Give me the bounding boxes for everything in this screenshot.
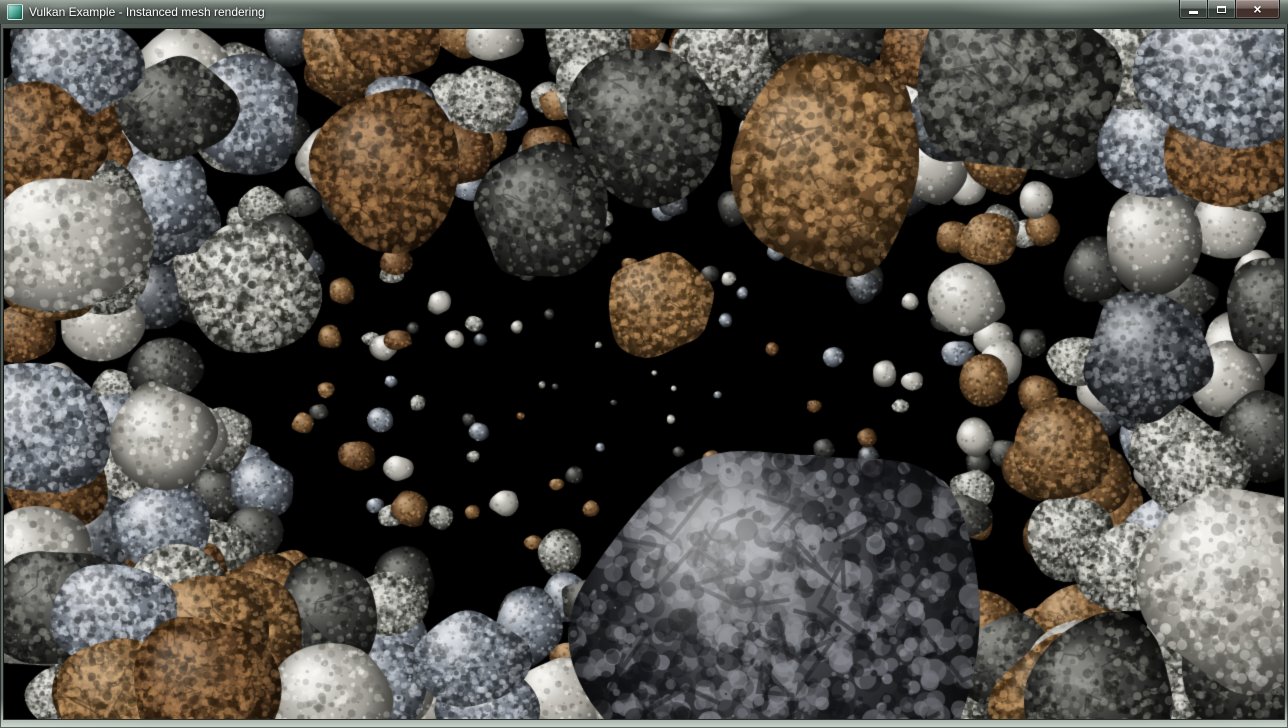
viewport-canvas[interactable] xyxy=(4,29,1284,719)
window-title: Vulkan Example - Instanced mesh renderin… xyxy=(29,0,265,24)
close-button[interactable]: × xyxy=(1235,0,1280,19)
window-controls: × xyxy=(1179,0,1280,19)
app-window: Vulkan Example - Instanced mesh renderin… xyxy=(0,0,1288,728)
titlebar[interactable]: Vulkan Example - Instanced mesh renderin… xyxy=(0,0,1288,24)
maximize-icon xyxy=(1217,6,1226,13)
minimize-icon xyxy=(1189,11,1198,14)
maximize-button[interactable] xyxy=(1208,0,1235,19)
app-icon xyxy=(7,4,23,20)
minimize-button[interactable] xyxy=(1179,0,1208,19)
close-icon: × xyxy=(1253,2,1261,16)
